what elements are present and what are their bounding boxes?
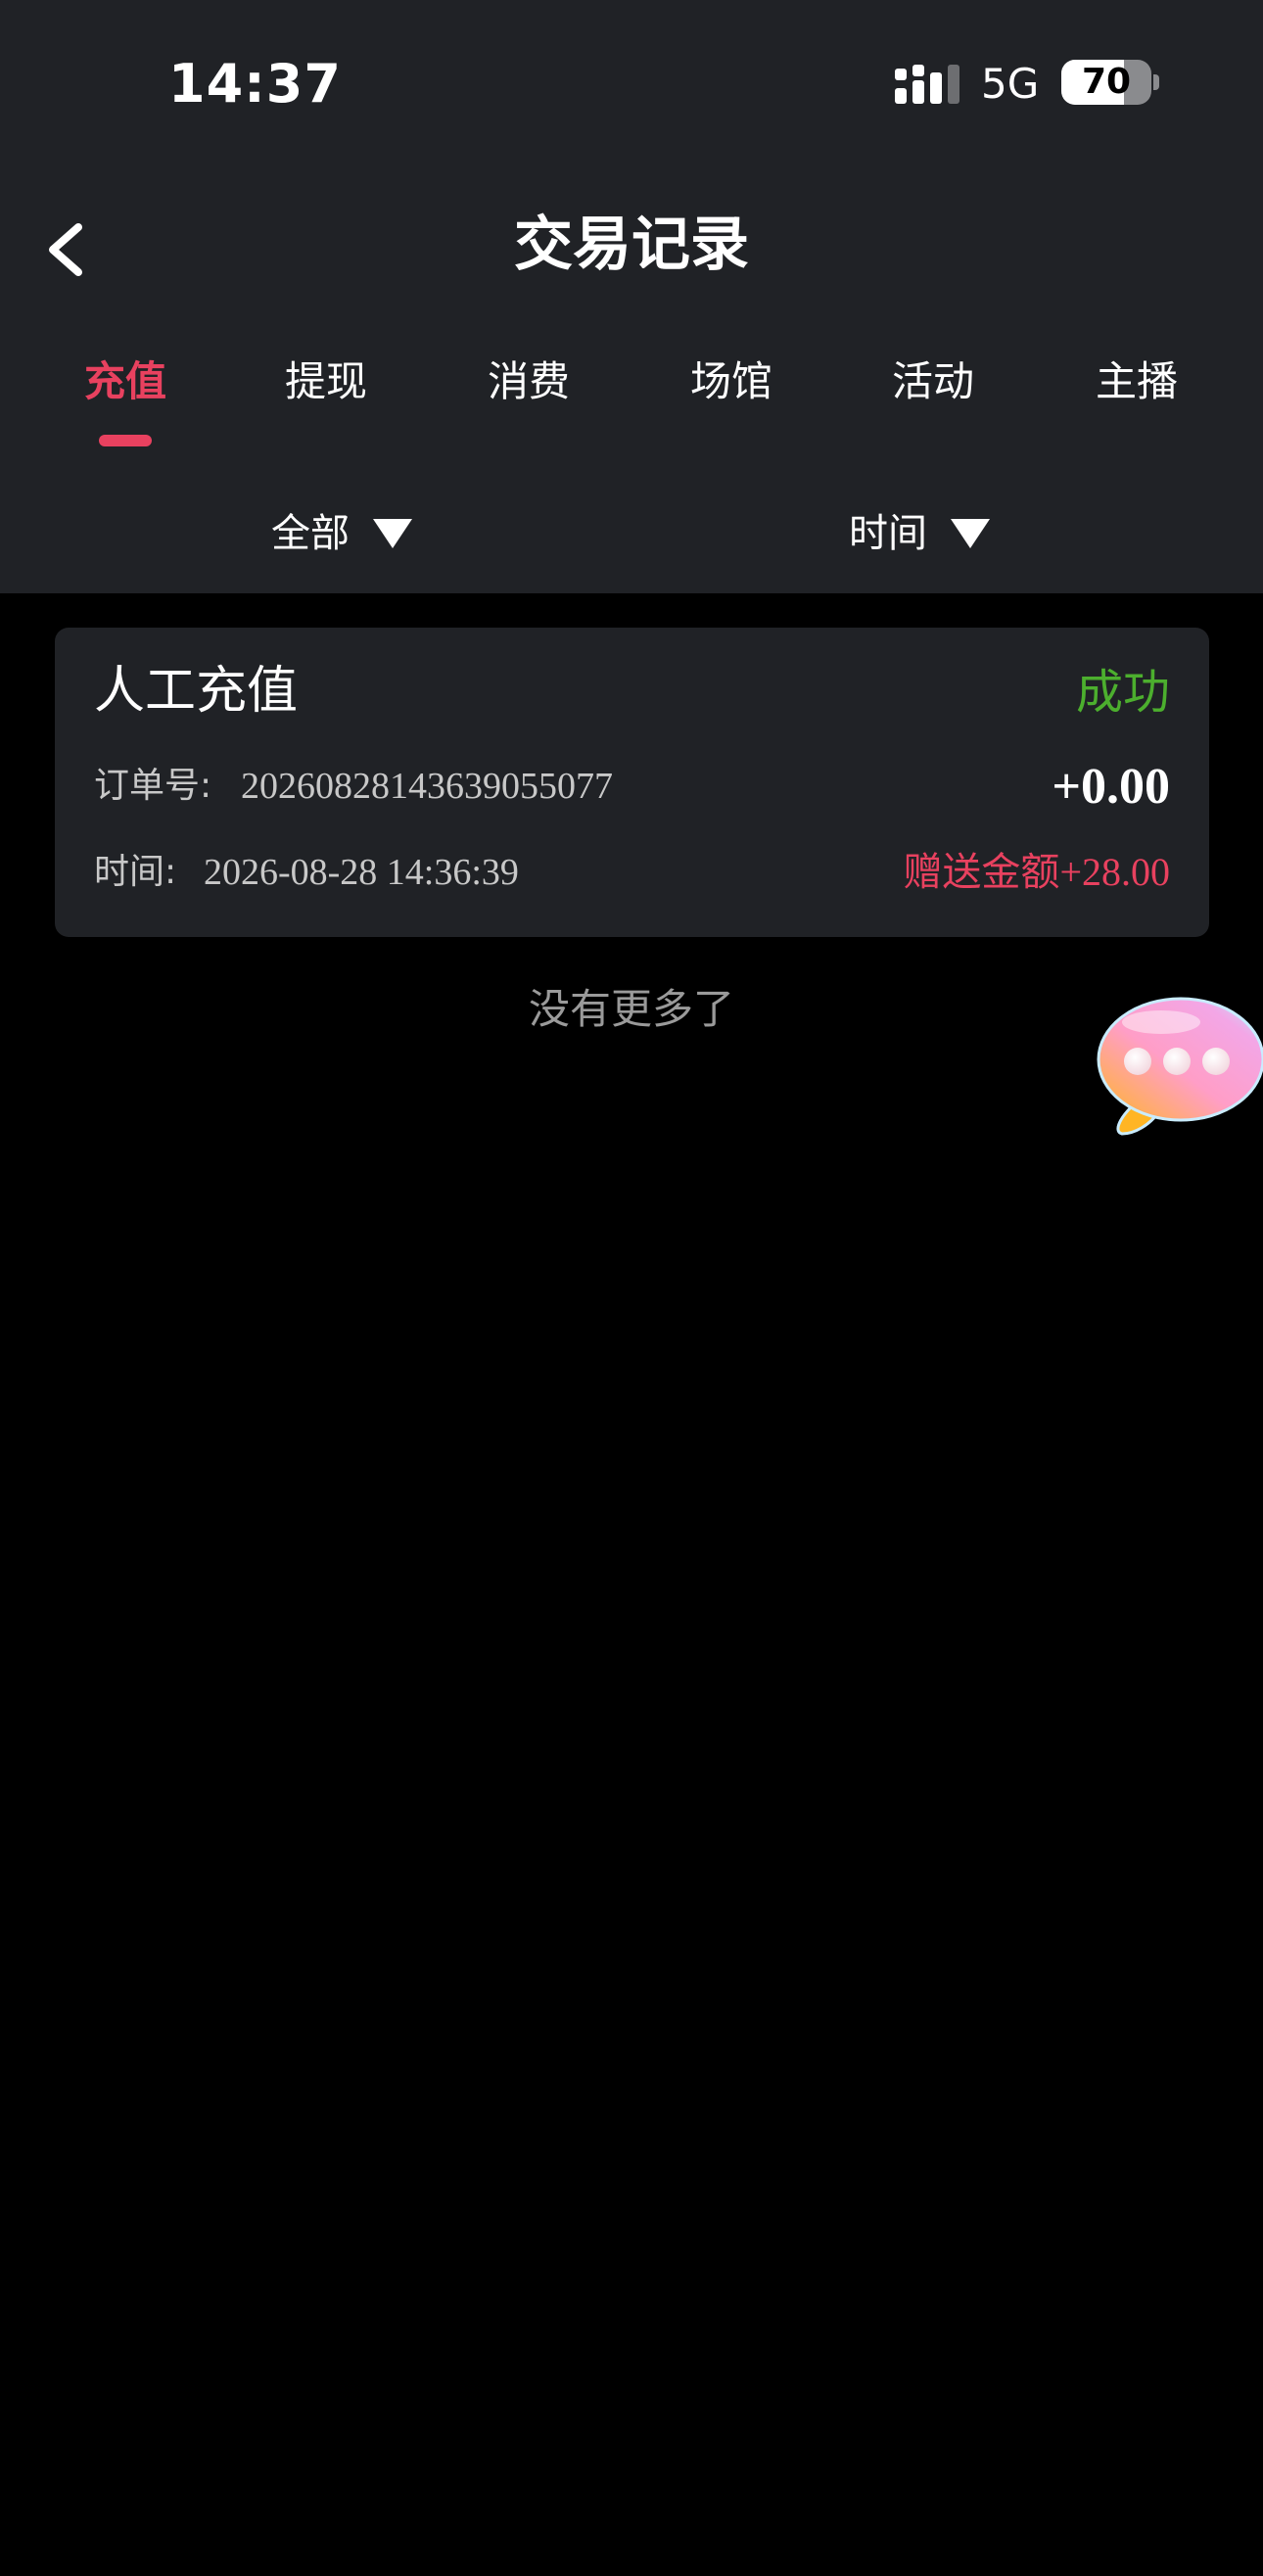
time-filter-label: 时间 bbox=[849, 511, 927, 556]
bonus-amount-value: +28.00 bbox=[1059, 850, 1170, 894]
page-title: 交易记录 bbox=[514, 211, 749, 279]
order-number-value: 20260828143639055077 bbox=[241, 766, 613, 807]
chat-bubble-button[interactable] bbox=[1093, 991, 1263, 1136]
tab-consumption[interactable]: 消费 bbox=[450, 348, 607, 416]
tab-recharge[interactable]: 充值 bbox=[47, 348, 204, 416]
chat-bubble-icon bbox=[1097, 997, 1263, 1136]
time-filter-dropdown[interactable]: 时间 bbox=[849, 501, 990, 566]
transaction-record-card[interactable]: 人工充值 成功 订单号: 20260828143639055077 +0.00 … bbox=[55, 628, 1209, 937]
battery-tip bbox=[1153, 74, 1159, 90]
tab-withdraw[interactable]: 提现 bbox=[248, 348, 404, 416]
record-time-value: 2026-08-28 14:36:39 bbox=[204, 852, 519, 893]
caret-down-icon bbox=[373, 519, 412, 548]
chevron-left-icon bbox=[49, 223, 82, 276]
battery-icon: 70 bbox=[1061, 60, 1151, 105]
bonus-amount-label: 赠送金额 bbox=[903, 850, 1060, 895]
record-status: 成功 bbox=[1075, 665, 1170, 720]
network-type: 5G bbox=[981, 60, 1040, 108]
back-button[interactable] bbox=[35, 206, 104, 294]
order-number-label: 订单号: bbox=[94, 766, 212, 806]
battery-percent: 70 bbox=[1081, 62, 1132, 102]
cellular-signal-icon bbox=[895, 63, 963, 106]
tab-venue[interactable]: 场馆 bbox=[653, 348, 810, 416]
type-filter-dropdown[interactable]: 全部 bbox=[271, 501, 412, 566]
caret-down-icon bbox=[951, 519, 990, 548]
bonus-amount: 赠送金额+28.00 bbox=[903, 845, 1170, 908]
header-area: 14:37 5G 70 交易记录 充值 提现 消费 场馆 活动 主播 全部 时间 bbox=[0, 0, 1263, 593]
active-tab-indicator bbox=[99, 435, 152, 446]
record-title: 人工充值 bbox=[94, 662, 299, 721]
status-time: 14:37 bbox=[168, 53, 342, 115]
type-filter-label: 全部 bbox=[271, 511, 350, 556]
list-end-text: 没有更多了 bbox=[528, 985, 734, 1033]
record-amount: +0.00 bbox=[1052, 759, 1170, 815]
tab-activity[interactable]: 活动 bbox=[855, 348, 1011, 416]
record-time-label: 时间: bbox=[94, 852, 177, 892]
tab-anchor[interactable]: 主播 bbox=[1058, 348, 1215, 416]
